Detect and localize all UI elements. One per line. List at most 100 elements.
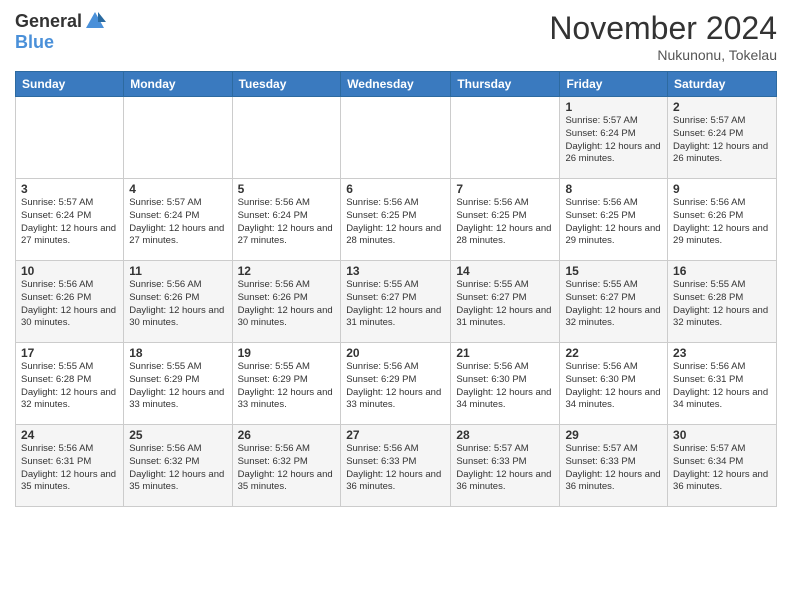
day-info: Sunrise: 5:56 AM Sunset: 6:26 PM Dayligh… xyxy=(673,197,771,248)
calendar-cell: 2Sunrise: 5:57 AM Sunset: 6:24 PM Daylig… xyxy=(668,97,777,179)
calendar-cell: 28Sunrise: 5:57 AM Sunset: 6:33 PM Dayli… xyxy=(451,425,560,507)
calendar-cell: 9Sunrise: 5:56 AM Sunset: 6:26 PM Daylig… xyxy=(668,179,777,261)
col-header-wednesday: Wednesday xyxy=(341,72,451,97)
calendar-cell: 20Sunrise: 5:56 AM Sunset: 6:29 PM Dayli… xyxy=(341,343,451,425)
day-number: 30 xyxy=(673,428,771,442)
day-number: 5 xyxy=(238,182,336,196)
day-number: 18 xyxy=(129,346,226,360)
day-info: Sunrise: 5:56 AM Sunset: 6:29 PM Dayligh… xyxy=(346,361,445,412)
day-number: 29 xyxy=(565,428,662,442)
day-number: 25 xyxy=(129,428,226,442)
day-info: Sunrise: 5:57 AM Sunset: 6:34 PM Dayligh… xyxy=(673,443,771,494)
day-info: Sunrise: 5:57 AM Sunset: 6:24 PM Dayligh… xyxy=(673,115,771,166)
calendar-cell: 17Sunrise: 5:55 AM Sunset: 6:28 PM Dayli… xyxy=(16,343,124,425)
calendar-cell: 14Sunrise: 5:55 AM Sunset: 6:27 PM Dayli… xyxy=(451,261,560,343)
day-number: 2 xyxy=(673,100,771,114)
logo: General Blue xyxy=(15,10,106,53)
header: General Blue November 2024 Nukunonu, Tok… xyxy=(15,10,777,63)
day-info: Sunrise: 5:56 AM Sunset: 6:32 PM Dayligh… xyxy=(238,443,336,494)
day-info: Sunrise: 5:55 AM Sunset: 6:29 PM Dayligh… xyxy=(129,361,226,412)
day-number: 7 xyxy=(456,182,554,196)
day-info: Sunrise: 5:55 AM Sunset: 6:27 PM Dayligh… xyxy=(456,279,554,330)
calendar-week-row: 3Sunrise: 5:57 AM Sunset: 6:24 PM Daylig… xyxy=(16,179,777,261)
calendar-cell: 1Sunrise: 5:57 AM Sunset: 6:24 PM Daylig… xyxy=(560,97,668,179)
day-info: Sunrise: 5:56 AM Sunset: 6:25 PM Dayligh… xyxy=(456,197,554,248)
day-number: 24 xyxy=(21,428,118,442)
day-info: Sunrise: 5:56 AM Sunset: 6:32 PM Dayligh… xyxy=(129,443,226,494)
day-number: 9 xyxy=(673,182,771,196)
day-number: 17 xyxy=(21,346,118,360)
month-title: November 2024 xyxy=(549,10,777,47)
day-number: 28 xyxy=(456,428,554,442)
day-number: 20 xyxy=(346,346,445,360)
calendar-cell: 7Sunrise: 5:56 AM Sunset: 6:25 PM Daylig… xyxy=(451,179,560,261)
calendar-cell: 24Sunrise: 5:56 AM Sunset: 6:31 PM Dayli… xyxy=(16,425,124,507)
calendar-cell: 26Sunrise: 5:56 AM Sunset: 6:32 PM Dayli… xyxy=(232,425,341,507)
day-number: 13 xyxy=(346,264,445,278)
col-header-saturday: Saturday xyxy=(668,72,777,97)
calendar-week-row: 10 Sunrise: 5:56 AM Sunset: 6:26 PM Dayli… xyxy=(16,261,777,343)
calendar-week-row: 1Sunrise: 5:57 AM Sunset: 6:24 PM Daylig… xyxy=(16,97,777,179)
day-info: Sunrise: 5:56 AM Sunset: 6:25 PM Dayligh… xyxy=(565,197,662,248)
day-info: Sunrise: 5:56 AM Sunset: 6:31 PM Dayligh… xyxy=(673,361,771,412)
calendar-cell xyxy=(16,97,124,179)
calendar-cell: 12Sunrise: 5:56 AM Sunset: 6:26 PM Dayli… xyxy=(232,261,341,343)
col-header-sunday: Sunday xyxy=(16,72,124,97)
calendar-cell: 30Sunrise: 5:57 AM Sunset: 6:34 PM Dayli… xyxy=(668,425,777,507)
day-number: 4 xyxy=(129,182,226,196)
day-number: 26 xyxy=(238,428,336,442)
location: Nukunonu, Tokelau xyxy=(549,47,777,63)
day-number: 6 xyxy=(346,182,445,196)
calendar-cell xyxy=(124,97,232,179)
calendar-cell: 16Sunrise: 5:55 AM Sunset: 6:28 PM Dayli… xyxy=(668,261,777,343)
day-info: Sunrise: 5:55 AM Sunset: 6:29 PM Dayligh… xyxy=(238,361,336,412)
col-header-tuesday: Tuesday xyxy=(232,72,341,97)
col-header-friday: Friday xyxy=(560,72,668,97)
calendar-cell: 3Sunrise: 5:57 AM Sunset: 6:24 PM Daylig… xyxy=(16,179,124,261)
calendar-cell: 10Sunrise: 5:56 AM Sunset: 6:26 PM Dayli… xyxy=(16,261,124,343)
day-info: Sunrise: 5:56 AM Sunset: 6:26 PM Dayligh… xyxy=(129,279,226,330)
day-info: Sunrise: 5:55 AM Sunset: 6:27 PM Dayligh… xyxy=(346,279,445,330)
day-info: Sunrise: 5:55 AM Sunset: 6:28 PM Dayligh… xyxy=(21,361,118,412)
calendar-cell: 11Sunrise: 5:56 AM Sunset: 6:26 PM Dayli… xyxy=(124,261,232,343)
day-number: 1 xyxy=(565,100,662,114)
day-number: 10 xyxy=(21,264,118,278)
day-info: Sunrise: 5:57 AM Sunset: 6:24 PM Dayligh… xyxy=(565,115,662,166)
day-number: 8 xyxy=(565,182,662,196)
logo-blue-text: Blue xyxy=(15,32,54,53)
calendar-week-row: 17Sunrise: 5:55 AM Sunset: 6:28 PM Dayli… xyxy=(16,343,777,425)
day-number: 15 xyxy=(565,264,662,278)
day-number: 12 xyxy=(238,264,336,278)
calendar-cell xyxy=(341,97,451,179)
calendar-cell: 21Sunrise: 5:56 AM Sunset: 6:30 PM Dayli… xyxy=(451,343,560,425)
calendar-cell: 15Sunrise: 5:55 AM Sunset: 6:27 PM Dayli… xyxy=(560,261,668,343)
day-number: 21 xyxy=(456,346,554,360)
day-number: 22 xyxy=(565,346,662,360)
calendar-cell: 13Sunrise: 5:55 AM Sunset: 6:27 PM Dayli… xyxy=(341,261,451,343)
day-info: Sunrise: 5:56 AM Sunset: 6:24 PM Dayligh… xyxy=(238,197,336,248)
calendar-cell: 5Sunrise: 5:56 AM Sunset: 6:24 PM Daylig… xyxy=(232,179,341,261)
day-number: 27 xyxy=(346,428,445,442)
calendar-cell: 19Sunrise: 5:55 AM Sunset: 6:29 PM Dayli… xyxy=(232,343,341,425)
calendar-cell: 6Sunrise: 5:56 AM Sunset: 6:25 PM Daylig… xyxy=(341,179,451,261)
day-info: Sunrise: 5:56 AM Sunset: 6:25 PM Dayligh… xyxy=(346,197,445,248)
day-info: Sunrise: 5:57 AM Sunset: 6:33 PM Dayligh… xyxy=(565,443,662,494)
calendar-cell: 27Sunrise: 5:56 AM Sunset: 6:33 PM Dayli… xyxy=(341,425,451,507)
day-number: 14 xyxy=(456,264,554,278)
day-info: Sunrise: 5:57 AM Sunset: 6:33 PM Dayligh… xyxy=(456,443,554,494)
day-info: Sunrise: 5:57 AM Sunset: 6:24 PM Dayligh… xyxy=(21,197,118,248)
calendar-cell: 18Sunrise: 5:55 AM Sunset: 6:29 PM Dayli… xyxy=(124,343,232,425)
calendar-table: SundayMondayTuesdayWednesdayThursdayFrid… xyxy=(15,71,777,507)
logo-general-text: General xyxy=(15,11,82,32)
day-info: Sunrise: 5:57 AM Sunset: 6:24 PM Dayligh… xyxy=(129,197,226,248)
col-header-thursday: Thursday xyxy=(451,72,560,97)
day-number: 3 xyxy=(21,182,118,196)
calendar-cell: 4Sunrise: 5:57 AM Sunset: 6:24 PM Daylig… xyxy=(124,179,232,261)
calendar-cell xyxy=(451,97,560,179)
calendar-cell: 25Sunrise: 5:56 AM Sunset: 6:32 PM Dayli… xyxy=(124,425,232,507)
logo-icon xyxy=(84,10,106,32)
calendar-cell: 23Sunrise: 5:56 AM Sunset: 6:31 PM Dayli… xyxy=(668,343,777,425)
calendar-cell: 29Sunrise: 5:57 AM Sunset: 6:33 PM Dayli… xyxy=(560,425,668,507)
day-info: Sunrise: 5:56 AM Sunset: 6:26 PM Dayligh… xyxy=(238,279,336,330)
day-number: 23 xyxy=(673,346,771,360)
